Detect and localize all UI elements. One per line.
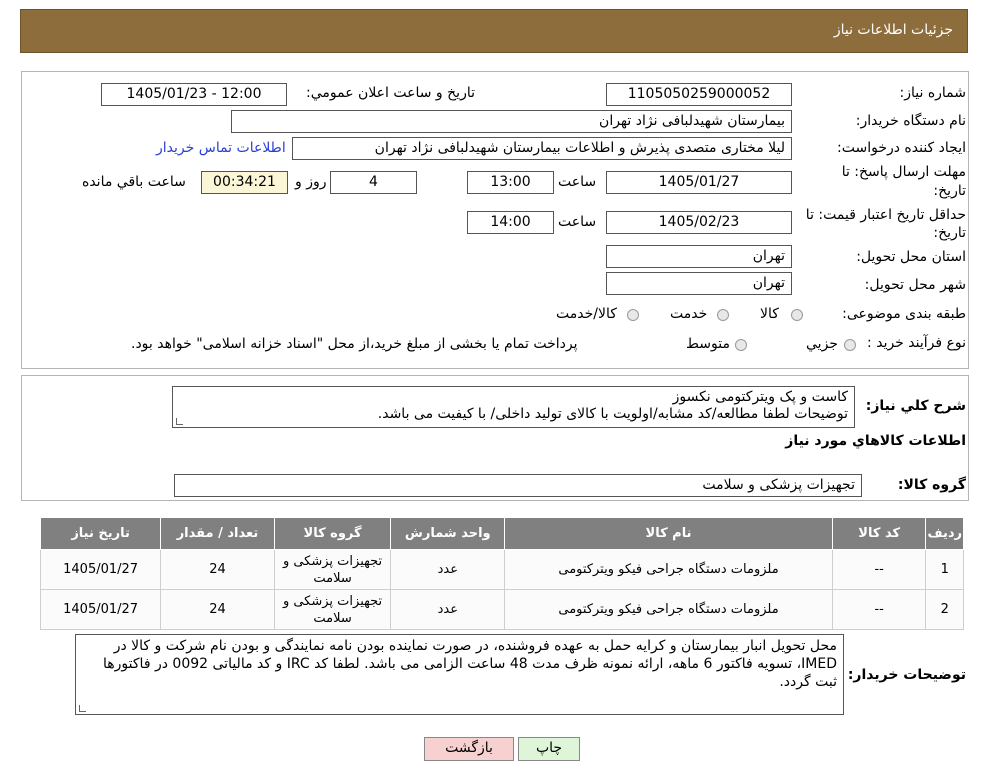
need-summary-line-2: توضیحات لطفا مطالعه/کد مشابه/اولویت با ک… [377,406,848,422]
validity-time-label: ساعت [558,214,597,230]
goods-name-cell: ملزومات دستگاه جراحی فیکو ویترکتومی [504,589,833,630]
process-medium-radio[interactable] [735,339,747,351]
buyer-org-field: بیمارستان شهیدلبافی نژاد تهران [231,110,792,133]
validity-time-field: 14:00 [467,211,554,234]
need-number-label: شماره نیاز: [899,85,967,101]
goods-group-label: گروه كالا: [897,477,966,493]
process-minor-label: جزيي [806,336,838,352]
goods-name-cell: ملزومات دستگاه جراحی فیکو ویترکتومی [504,549,833,590]
goods-group-cell: تجهيزات پزشکی و سلامت [273,549,392,590]
deadline-time-label: ساعت [558,174,597,190]
back-button[interactable]: بازگشت [424,737,514,761]
days-remaining-field: 4 [330,171,417,194]
need-summary-textarea[interactable]: کاست و پک ویترکتومی نکسوز توضیحات لطفا م… [172,386,855,428]
buyer-notes-label: توضيحات خريدار: [847,667,966,683]
col-header-goods-name: نام كالا [504,517,833,550]
creator-label: ايجاد كننده درخواست: [837,140,966,156]
city-field: تهران [606,272,792,295]
validity-label-date: تاريخ: [933,225,966,241]
days-label: روز و [295,174,327,190]
remaining-time-field: 00:34:21 [201,171,288,194]
validity-date-field: 1405/02/23 [606,211,792,234]
process-minor-radio[interactable] [844,339,856,351]
page-title: جزئیات اطلاعات نیاز [833,22,953,38]
province-field: تهران [606,245,792,268]
deadline-label: مهلت ارسال پاسخ: تا [841,164,966,180]
need-date-cell: 1405/01/27 [39,589,162,630]
category-goods-service-radio[interactable] [627,309,639,321]
remaining-label: ساعت باقي مانده [82,174,186,190]
validity-label: حداقل تاريخ اعتبار قيمت: تا [805,207,966,223]
page-header: جزئیات اطلاعات نیاز [20,9,968,53]
category-service-label: خدمت [670,306,708,322]
buyer-org-label: نام دستگاه خريدار: [855,113,966,129]
goods-code-cell: -- [831,589,927,630]
category-label: طبقه بندی موضوعی: [842,306,966,322]
buyer-contact-link[interactable]: اطلاعات تماس خريدار [156,140,286,156]
goods-code-cell: -- [831,549,927,590]
col-header-goods-code: كد كالا [831,517,927,550]
buyer-notes-text: محل تحویل انبار بیمارستان و کرایه حمل به… [103,638,837,690]
table-header-row: رديف كد كالا نام كالا واحد شمارش گروه كا… [39,517,964,550]
quantity-cell: 24 [160,589,275,630]
unit-cell: عدد [390,589,506,630]
deadline-time-field: 13:00 [467,171,554,194]
resize-handle-icon[interactable] [176,418,183,425]
category-goods-service-label: كالا/خدمت [556,306,617,322]
unit-cell: عدد [390,549,506,590]
buyer-notes-textarea[interactable]: محل تحویل انبار بیمارستان و کرایه حمل به… [75,634,844,715]
goods-info-title: اطلاعات كالاهاي مورد نياز [785,433,966,449]
quantity-cell: 24 [160,549,275,590]
deadline-label-date: تاريخ: [933,183,966,199]
print-button[interactable]: چاپ [518,737,580,761]
treasury-note: پرداخت تمام يا بخشی از مبلغ خريد،از محل … [131,336,578,352]
need-date-cell: 1405/01/27 [39,549,162,590]
table-row: 1 -- ملزومات دستگاه جراحی فیکو ویترکتومی… [39,549,964,590]
col-header-quantity: تعداد / مقدار [160,517,275,550]
goods-group-cell: تجهيزات پزشکی و سلامت [273,589,392,630]
creator-field: لیلا مختاری متصدی پذیرش و اطلاعات بیمارس… [292,137,792,160]
process-type-label: نوع فرآيند خريد : [867,335,966,351]
table-row: 2 -- ملزومات دستگاه جراحی فیکو ویترکتومی… [39,589,964,630]
category-goods-label: كالا [760,306,779,322]
process-medium-label: متوسط [686,336,730,352]
goods-group-field: تجهيزات پزشکی و سلامت [174,474,862,497]
need-summary-label: شرح كلي نياز: [865,398,966,414]
need-number-field: 1105050259000052 [606,83,792,106]
row-number-cell: 2 [925,589,964,630]
col-header-unit: واحد شمارش [390,517,506,550]
city-label: شهر محل تحويل: [864,277,966,293]
province-label: استان محل تحويل: [856,249,966,265]
col-header-need-date: تاريخ نياز [39,517,162,550]
category-service-radio[interactable] [717,309,729,321]
goods-table: رديف كد كالا نام كالا واحد شمارش گروه كا… [39,517,964,630]
announce-datetime-label: تاریخ و ساعت اعلان عمومي: [306,85,475,101]
category-goods-radio[interactable] [791,309,803,321]
need-summary-line-1: کاست و پک ویترکتومی نکسوز [672,389,848,405]
resize-handle-icon[interactable] [79,705,86,712]
row-number-cell: 1 [925,549,964,590]
deadline-date-field: 1405/01/27 [606,171,792,194]
col-header-row-number: رديف [925,517,964,550]
announce-datetime-field: 1405/01/23 - 12:00 [101,83,287,106]
col-header-goods-group: گروه كالا [273,517,392,550]
